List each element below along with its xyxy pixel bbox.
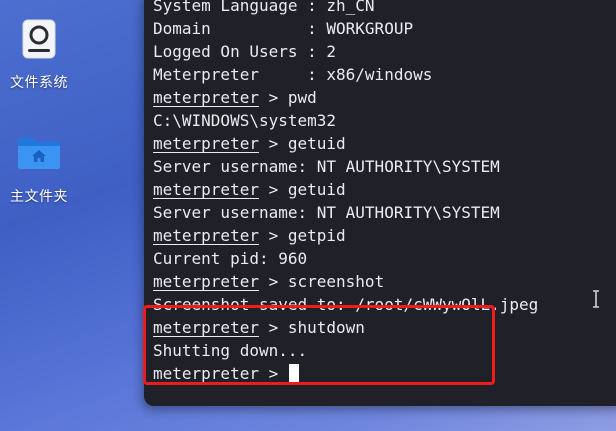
terminal-output-line: Server username: NT AUTHORITY\SYSTEM — [153, 201, 616, 224]
terminal-output-line: System Language : zh_CN — [153, 0, 616, 17]
meterpreter-prompt: meterpreter — [153, 180, 259, 199]
meterpreter-prompt: meterpreter — [153, 226, 259, 245]
command-input[interactable]: > — [259, 364, 288, 383]
terminal-window[interactable]: System Language : zh_CN Domain : WORKGROU… — [144, 0, 616, 406]
home-folder-icon — [16, 130, 62, 176]
output-text: System Language : zh_CN — [153, 0, 375, 15]
output-text: Logged On Users : 2 — [153, 42, 337, 61]
terminal-command-line: meterpreter > pwd — [153, 86, 616, 109]
command-text: > getuid — [258, 180, 346, 199]
terminal-command-line: meterpreter > getuid — [153, 132, 616, 155]
terminal-output-line: Server username: NT AUTHORITY\SYSTEM — [153, 155, 616, 178]
terminal-output-line: Meterpreter : x86/windows — [153, 63, 616, 86]
command-text: > getuid — [258, 134, 346, 153]
terminal-command-line: meterpreter > getuid — [153, 178, 616, 201]
drive-icon — [16, 16, 62, 62]
command-text: > pwd — [258, 88, 317, 107]
output-text: C:\WINDOWS\system32 — [153, 111, 337, 130]
command-text: > screenshot — [258, 272, 385, 291]
output-text: Shutting down... — [153, 341, 308, 360]
desktop-icon-label: 主文件夹 — [10, 189, 68, 205]
desktop-icon-home[interactable]: 主文件夹 — [0, 130, 81, 206]
terminal-input-line[interactable]: meterpreter > — [153, 362, 616, 385]
meterpreter-prompt: meterpreter — [153, 364, 259, 383]
output-text: Current pid: 960 — [153, 249, 308, 268]
output-text: Server username: NT AUTHORITY\SYSTEM — [153, 157, 500, 176]
output-text: Domain : WORKGROUP — [153, 19, 414, 38]
desktop-icon-filesystem[interactable]: 文件系统 — [0, 16, 81, 92]
terminal-output-line: Logged On Users : 2 — [153, 40, 616, 63]
meterpreter-prompt: meterpreter — [153, 272, 259, 291]
terminal-command-line: meterpreter > shutdown — [153, 316, 616, 339]
terminal-output[interactable]: System Language : zh_CN Domain : WORKGROU… — [153, 0, 616, 385]
terminal-output-line: C:\WINDOWS\system32 — [153, 109, 616, 132]
terminal-output-line: Domain : WORKGROUP — [153, 17, 616, 40]
meterpreter-prompt: meterpreter — [153, 88, 259, 107]
terminal-command-line: meterpreter > screenshot — [153, 270, 616, 293]
output-text: Server username: NT AUTHORITY\SYSTEM — [153, 203, 500, 222]
desktop: 文件系统 主文件夹 — [0, 0, 144, 431]
meterpreter-prompt: meterpreter — [153, 318, 259, 337]
command-text: > shutdown — [258, 318, 365, 337]
desktop-icon-label: 文件系统 — [10, 75, 68, 91]
terminal-output-line: Screenshot saved to: /root/cWWywOlL.jpeg — [153, 293, 616, 316]
terminal-output-line: Current pid: 960 — [153, 247, 616, 270]
terminal-command-line: meterpreter > getpid — [153, 224, 616, 247]
output-text: Screenshot saved to: /root/cWWywOlL.jpeg — [153, 295, 539, 314]
terminal-output-line: Shutting down... — [153, 339, 616, 362]
output-text: Meterpreter : x86/windows — [153, 65, 433, 84]
text-cursor-icon — [593, 290, 599, 308]
command-text: > getpid — [258, 226, 346, 245]
block-cursor — [288, 364, 299, 383]
meterpreter-prompt: meterpreter — [153, 134, 259, 153]
